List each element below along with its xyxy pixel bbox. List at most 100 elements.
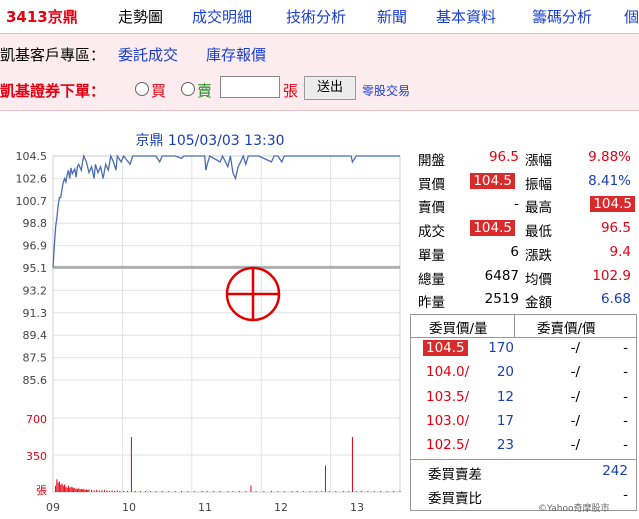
ask-price: -/ (570, 388, 580, 405)
x-tick-label: 09 (46, 501, 60, 514)
quote-value: 104.5 (470, 172, 515, 189)
chart-title: 京鼎 105/03/03 13:30 (135, 133, 284, 149)
quote-value: 9.88% (588, 149, 631, 165)
volume-tick-label: 700 (26, 413, 47, 426)
quote-label: 最低 (525, 224, 552, 241)
quote-value: 9.4 (609, 243, 631, 260)
y-tick-label: 96.9 (23, 240, 48, 253)
quote-label: 成交 (418, 224, 445, 241)
quote-label: 買價 (418, 176, 445, 193)
y-tick-label: 104.5 (16, 150, 48, 163)
credit-text: ©Yahoo奇摩股市 (538, 504, 610, 514)
orderbook: 委買價/量 委賣價/價 104.5 170 -/ - 104.0/20 -/ - 103.5/12… (410, 314, 637, 511)
bid-price: 104.5 (423, 340, 468, 356)
quote-label: 漲幅 (525, 153, 552, 169)
buy-label: 買 (151, 82, 167, 100)
quantity-input[interactable] (220, 76, 280, 98)
quote-value: 6487 (484, 267, 519, 284)
volume-tick-label: 張 (36, 484, 47, 497)
orders-link[interactable]: 委託成交 (118, 44, 178, 65)
stock-title: 3413京鼎 (6, 8, 78, 26)
tab-trend[interactable]: 走勢圖 (118, 6, 163, 27)
tab-trade-details[interactable]: 成交明細 (192, 6, 252, 27)
bid-price: 104.0/ (426, 364, 470, 381)
buy-header: 委買價/量 (429, 321, 488, 337)
client-zone-label: 凱基客戶專區： (0, 46, 106, 64)
y-tick-label: 87.5 (23, 352, 48, 365)
tab-fundamentals[interactable]: 基本資料 (436, 6, 496, 27)
header-divider (514, 315, 515, 337)
quote-panel: 開盤 96.5 買價 104.5 賣價 - 成交 104.5 單量 6 總量 6487 昨量 2519 漲幅… (410, 144, 639, 515)
quote-value: 96.5 (600, 220, 631, 237)
tab-more[interactable]: 個 (624, 6, 639, 27)
diff-label: 委買賣差 (428, 467, 482, 483)
unit-label: 張 (283, 82, 299, 100)
quote-value: - (514, 196, 519, 213)
bid-price: 103.5/ (426, 388, 470, 405)
sell-header: 委賣價/價 (537, 321, 596, 337)
quote-value: 6 (510, 243, 519, 260)
quote-value: 104.5 (590, 196, 635, 213)
tab-chips[interactable]: 籌碼分析 (532, 6, 592, 27)
y-tick-label: 89.4 (23, 329, 48, 342)
buy-radio[interactable] (135, 82, 149, 96)
bid-volume: 17 (496, 412, 514, 429)
top-nav: 3413京鼎 走勢圖 成交明細 技術分析 新聞 基本資料 籌碼分析 個 (0, 0, 639, 33)
sell-label: 賣 (197, 82, 213, 100)
quote-label: 開盤 (418, 153, 445, 169)
quote-label: 金額 (525, 295, 552, 312)
x-tick-label: 12 (274, 501, 288, 514)
quote-value: 2519 (484, 291, 519, 308)
quote-value: 8.41% (588, 172, 631, 189)
tab-technical[interactable]: 技術分析 (286, 6, 346, 27)
x-tick-label: 11 (198, 501, 212, 514)
y-tick-label: 95.1 (23, 262, 48, 275)
ask-volume: - (623, 437, 628, 454)
bid-price: 103.0/ (426, 412, 470, 429)
y-tick-label: 102.6 (16, 172, 48, 185)
quote-value: 96.5 (488, 149, 519, 165)
bid-volume: 170 (488, 340, 514, 356)
volume-tick-label: 350 (26, 450, 47, 463)
ask-price: -/ (570, 412, 580, 429)
bid-price: 102.5/ (426, 437, 470, 454)
quote-label: 單量 (418, 247, 445, 264)
quote-label: 昨量 (418, 295, 445, 312)
ask-volume: - (623, 388, 628, 405)
ratio-value: - (623, 487, 628, 503)
crosshair-icon (225, 266, 281, 322)
quote-label: 總量 (418, 271, 445, 288)
ask-price: -/ (570, 364, 580, 381)
y-tick-label: 93.2 (23, 284, 48, 297)
odd-lot-link[interactable]: 零股交易 (362, 82, 410, 99)
orderbook-divider (411, 459, 636, 460)
intraday-chart: 京鼎 105/03/03 13:30 104.5 102.6 100.7 98.8 96… (0, 118, 410, 515)
ratio-label: 委買賣比 (428, 491, 482, 507)
y-tick-label: 85.6 (23, 374, 48, 387)
ask-price: -/ (570, 340, 580, 356)
quote-value: 6.68 (600, 291, 631, 308)
bid-volume: 20 (496, 364, 514, 381)
quote-label: 賣價 (418, 200, 445, 217)
quote-label: 漲跌 (525, 247, 552, 264)
submit-button[interactable]: 送出 (304, 76, 356, 100)
chart-frame (52, 155, 401, 493)
y-tick-label: 91.3 (23, 307, 48, 320)
diff-value: 242 (602, 463, 628, 479)
chart-svg: 京鼎 105/03/03 13:30 104.5 102.6 100.7 98.8 96… (16, 133, 401, 514)
ask-price: -/ (570, 437, 580, 454)
ask-volume: - (623, 340, 628, 356)
price-line (52, 153, 400, 268)
inventory-link[interactable]: 庫存報價 (206, 44, 266, 65)
x-tick-label: 13 (350, 501, 364, 514)
sell-radio[interactable] (181, 82, 195, 96)
broker-bar: 凱基客戶專區： 委託成交 庫存報價 凱基證券下單： 買 賣 張 送出 零股交易 (0, 33, 639, 111)
bid-volume: 12 (496, 388, 514, 405)
x-tick-label: 10 (122, 501, 136, 514)
ask-volume: - (623, 412, 628, 429)
quote-label: 均價 (525, 271, 552, 288)
quote-label: 最高 (525, 200, 552, 217)
y-tick-label: 98.8 (23, 217, 48, 230)
quote-value: 102.9 (592, 267, 631, 284)
tab-news[interactable]: 新聞 (377, 6, 407, 27)
